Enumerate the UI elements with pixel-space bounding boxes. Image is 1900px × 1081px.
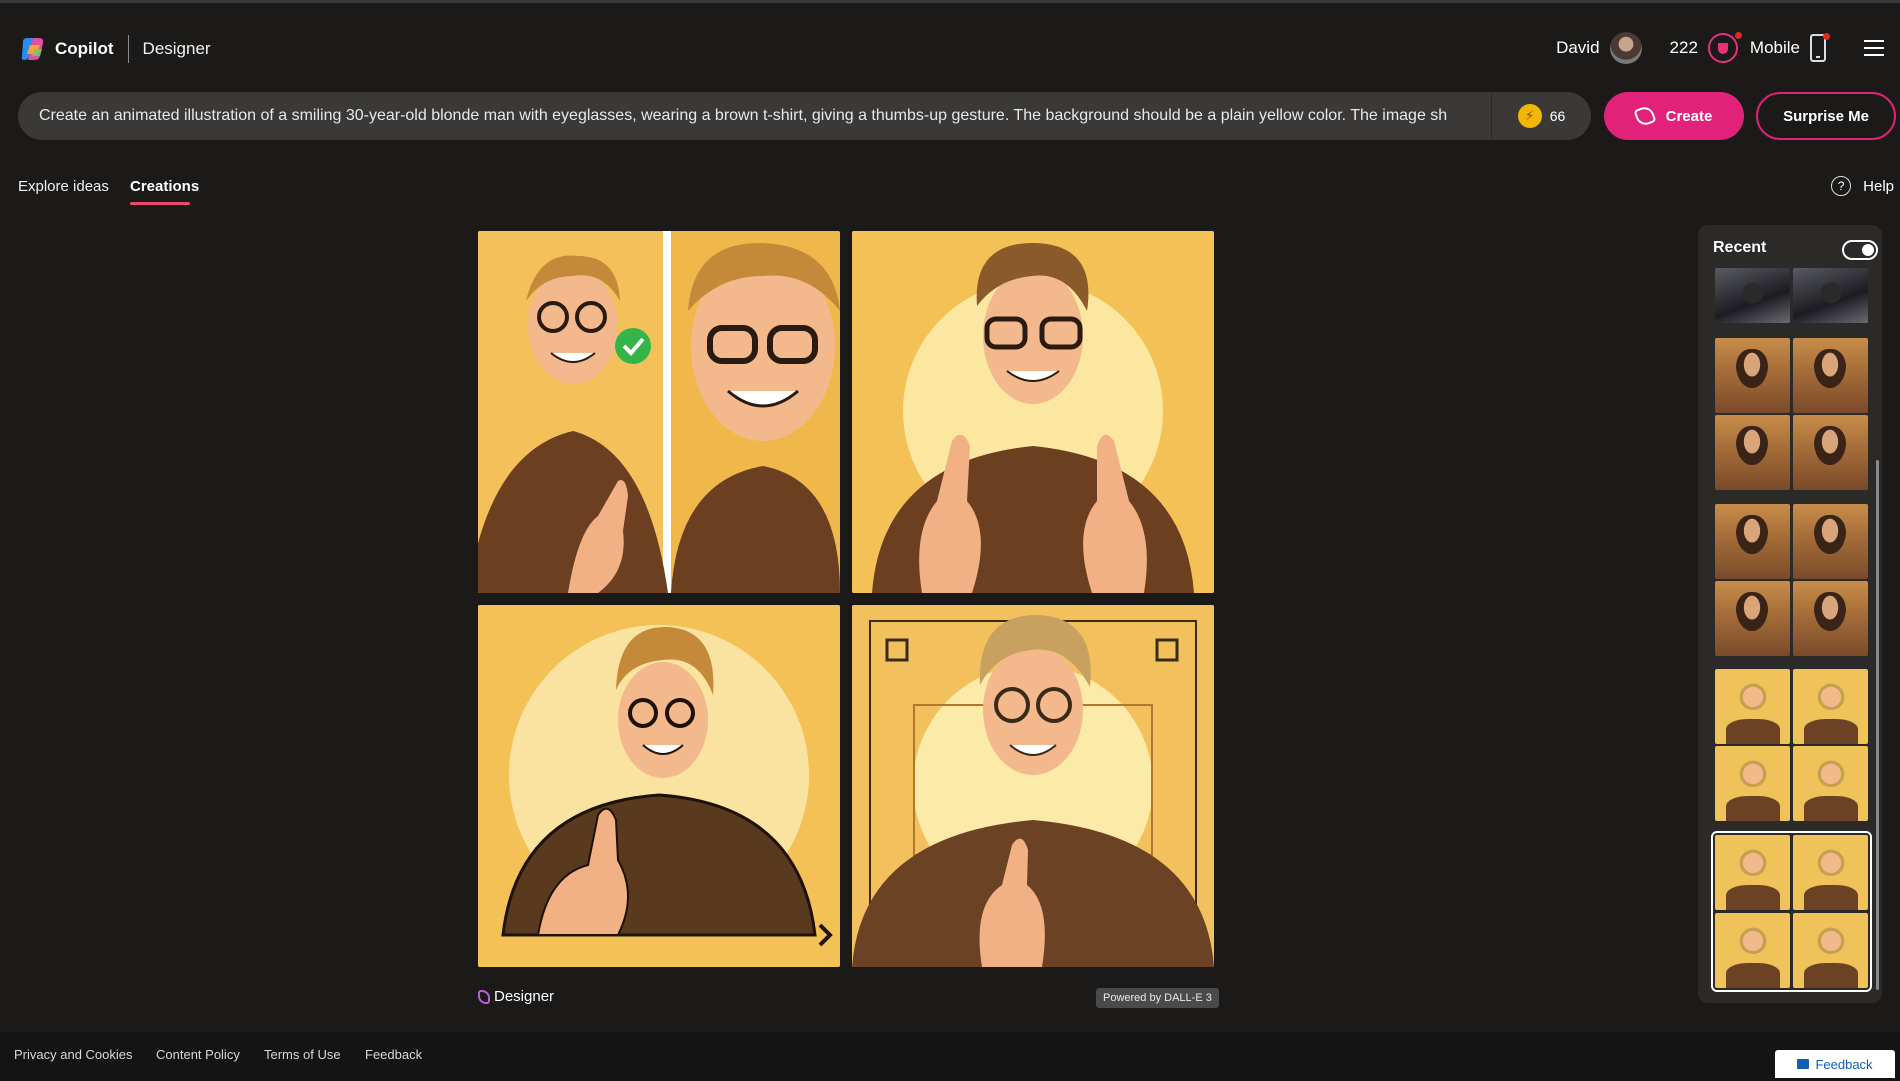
- help-label: Help: [1863, 177, 1894, 195]
- recent-thumbnail[interactable]: [1793, 669, 1868, 744]
- menu-icon[interactable]: [1864, 40, 1884, 56]
- generated-image-2-art: [852, 231, 1214, 593]
- brand-divider: [127, 35, 129, 63]
- feedback-button-label: Feedback: [1815, 1056, 1873, 1072]
- footer-link-feedback[interactable]: Feedback: [365, 1047, 422, 1062]
- designer-logo-icon: [478, 989, 490, 1004]
- user-name[interactable]: David: [1556, 38, 1599, 58]
- top-border: [0, 0, 1900, 3]
- lightning-bolt-icon: ⚡: [1517, 104, 1542, 128]
- points-count: 222: [1669, 38, 1698, 57]
- mobile-label[interactable]: Mobile: [1750, 38, 1800, 58]
- recent-title: Recent: [1713, 239, 1767, 256]
- recent-toggle[interactable]: [1842, 240, 1878, 260]
- copilot-logo-icon: [21, 38, 44, 60]
- brand-name: Copilot: [55, 39, 114, 58]
- tab-explore-ideas[interactable]: Explore ideas: [18, 178, 109, 195]
- generated-image-1-art: [478, 231, 840, 593]
- recent-thumbnail[interactable]: [1793, 746, 1868, 821]
- surprise-me-label: Surprise Me: [1783, 107, 1869, 125]
- recent-scrollbar[interactable]: [1876, 460, 1879, 990]
- create-button-label: Create: [1665, 107, 1713, 125]
- tab-creations[interactable]: Creations: [130, 178, 199, 195]
- phone-icon[interactable]: [1810, 33, 1830, 62]
- prompt-bar: Create an animated illustration of a smi…: [18, 92, 1591, 140]
- chat-bubble-icon: [1797, 1059, 1810, 1069]
- question-circle-icon: ?: [1831, 176, 1852, 196]
- help-button[interactable]: ? Help: [1831, 176, 1894, 196]
- powered-by-badge: Powered by DALL-E 3: [1096, 988, 1219, 1008]
- recent-thumbnail[interactable]: [1793, 504, 1868, 579]
- recent-panel: Recent: [1698, 225, 1882, 1003]
- rewards-trophy-icon[interactable]: [1707, 32, 1742, 63]
- avatar[interactable]: [1609, 32, 1642, 64]
- recent-thumbnail[interactable]: [1715, 581, 1790, 656]
- generated-image-2[interactable]: [852, 231, 1214, 593]
- recent-thumbnail[interactable]: [1715, 669, 1790, 744]
- footer-link-terms[interactable]: Terms of Use: [264, 1047, 341, 1062]
- boost-count: 66: [1549, 108, 1566, 124]
- recent-thumbnail[interactable]: [1715, 268, 1790, 323]
- recent-thumbnail[interactable]: [1793, 581, 1868, 656]
- generated-image-3[interactable]: [478, 605, 840, 967]
- generated-image-1[interactable]: [478, 231, 840, 593]
- boost-counter[interactable]: ⚡ 66: [1491, 92, 1591, 140]
- footer-link-content-policy[interactable]: Content Policy: [156, 1047, 240, 1062]
- designer-credit: Designer: [478, 988, 554, 1005]
- designer-credit-label: Designer: [494, 988, 555, 1005]
- recent-thumbnail[interactable]: [1793, 415, 1868, 490]
- notification-dot: [1823, 33, 1830, 40]
- recent-thumbnail[interactable]: [1715, 338, 1790, 413]
- create-button[interactable]: Create: [1604, 92, 1744, 140]
- recent-thumbnail[interactable]: [1793, 268, 1868, 323]
- notification-dot: [1734, 32, 1742, 39]
- brush-icon: [1633, 104, 1657, 128]
- recent-thumbnail[interactable]: [1793, 338, 1868, 413]
- recent-thumbnail[interactable]: [1715, 746, 1790, 821]
- brand[interactable]: Copilot Designer: [20, 34, 211, 64]
- selected-recent-frame: [1711, 831, 1872, 992]
- recent-thumbnail[interactable]: [1715, 504, 1790, 579]
- feedback-button[interactable]: Feedback: [1775, 1050, 1895, 1078]
- generated-image-4[interactable]: [852, 605, 1214, 967]
- footer-link-privacy[interactable]: Privacy and Cookies: [14, 1047, 133, 1062]
- generated-image-3-art: [478, 605, 840, 967]
- recent-thumbnail[interactable]: [1715, 415, 1790, 490]
- app-name: Designer: [142, 39, 211, 58]
- generated-image-4-art: [852, 605, 1214, 967]
- active-tab-indicator: [130, 202, 190, 205]
- surprise-me-button[interactable]: Surprise Me: [1756, 92, 1896, 140]
- prompt-input[interactable]: Create an animated illustration of a smi…: [18, 92, 1491, 140]
- user-area: David 222 Mobile: [1556, 30, 1900, 66]
